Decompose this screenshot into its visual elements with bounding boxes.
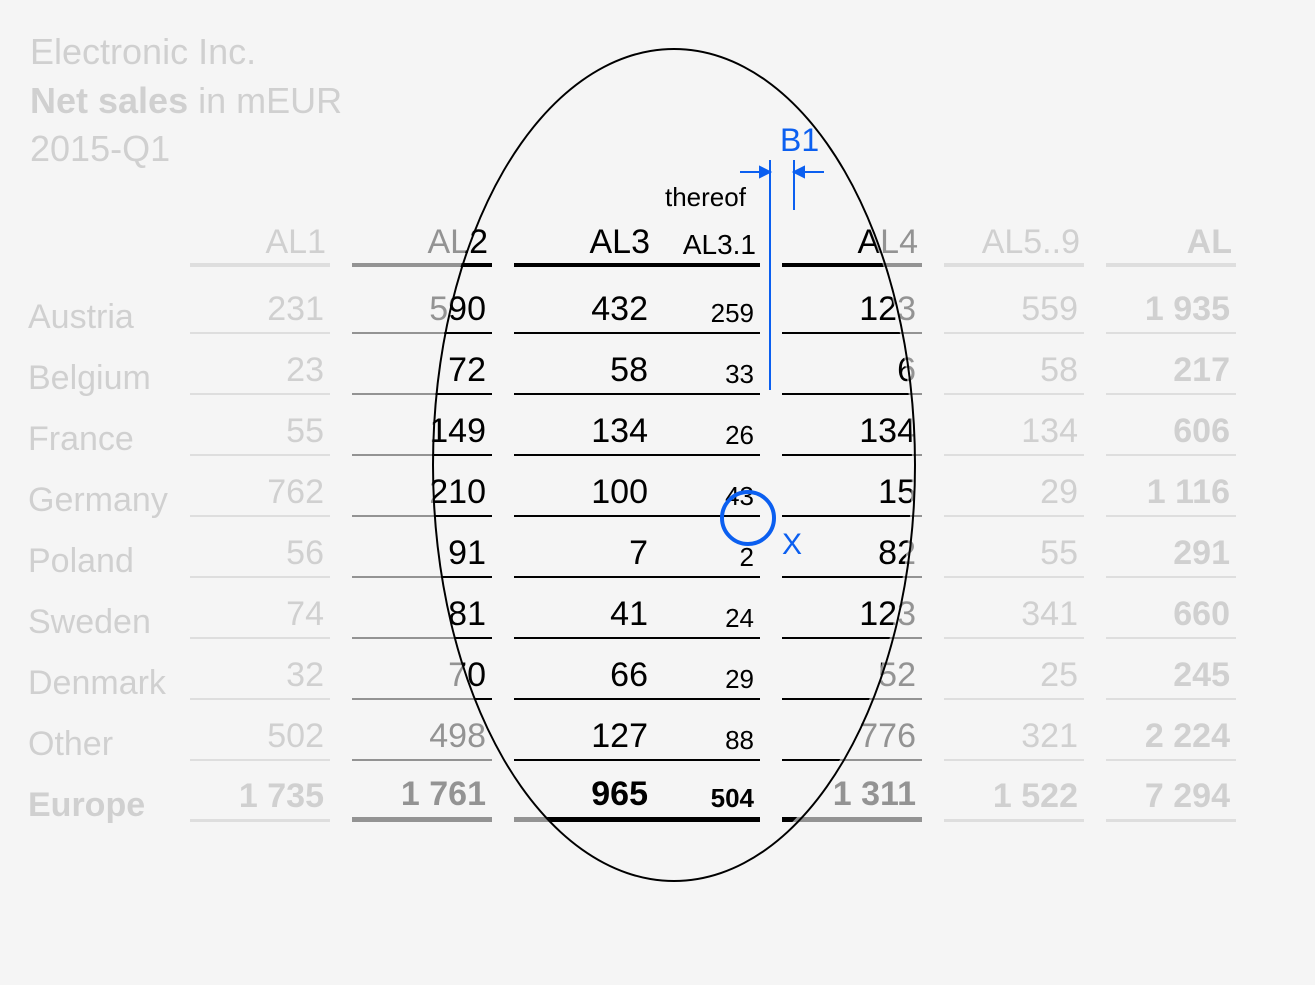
data-cell: 259 (654, 273, 760, 334)
data-cell: 341 (944, 578, 1084, 639)
data-cell: 55 (944, 517, 1084, 578)
table-row: Sweden74 81 4124 123 341 660 (20, 578, 1236, 639)
data-cell: 1 935 (1106, 273, 1236, 334)
metric-bold: Net sales (30, 80, 188, 121)
data-cell: 26 (654, 395, 760, 456)
data-cell: 15 (782, 456, 922, 517)
data-cell: 762 (190, 456, 330, 517)
data-cell: 776 (782, 700, 922, 761)
data-cell: 100 (514, 456, 654, 517)
highlight-x: X (782, 528, 802, 562)
row-label: Belgium (20, 334, 190, 395)
data-cell: 88 (654, 700, 760, 761)
data-cell: 498 (352, 700, 492, 761)
data-cell: 6 (782, 334, 922, 395)
data-cell: 23 (190, 334, 330, 395)
data-cell: 134 (514, 395, 654, 456)
data-cell: 81 (352, 578, 492, 639)
data-cell: 291 (1106, 517, 1236, 578)
totals-cell: 1 522 (944, 761, 1084, 822)
data-cell: 32 (190, 639, 330, 700)
col-al1: AL1 (190, 218, 330, 273)
col-al4: AL4 (782, 218, 922, 273)
table-row: Austria231 590 432259 123 559 1 935 (20, 273, 1236, 334)
data-cell: 33 (654, 334, 760, 395)
data-cell: 7 (514, 517, 654, 578)
row-label: Germany (20, 456, 190, 517)
company-name: Electronic Inc. (30, 28, 342, 77)
totals-cell: 1 735 (190, 761, 330, 822)
table-row: France5514913426134134606 (20, 395, 1236, 456)
data-cell: 2 224 (1106, 700, 1236, 761)
data-cell: 123 (782, 273, 922, 334)
data-cell: 134 (944, 395, 1084, 456)
data-cell: 41 (514, 578, 654, 639)
col-al3-1: AL3.1 (654, 218, 760, 273)
table-row: Germany762 210 10043 15 29 1 116 (20, 456, 1236, 517)
row-label: France (20, 395, 190, 456)
table-row: Other502 498 12788 776 321 2 224 (20, 700, 1236, 761)
metric-unit: in mEUR (188, 80, 342, 121)
data-cell: 245 (1106, 639, 1236, 700)
row-label: Denmark (20, 639, 190, 700)
row-label: Poland (20, 517, 190, 578)
data-cell: 24 (654, 578, 760, 639)
net-sales-table: AL1 AL2 AL3 AL3.1 AL4 AL5..9 AL Austria2… (20, 218, 1236, 822)
data-cell: 2 (654, 517, 760, 578)
data-cell: 217 (1106, 334, 1236, 395)
metric-line: Net sales in mEUR (30, 77, 342, 126)
data-cell: 58 (514, 334, 654, 395)
row-label: Austria (20, 273, 190, 334)
data-cell: 25 (944, 639, 1084, 700)
totals-cell: 1 761 (352, 761, 492, 822)
data-cell: 72 (352, 334, 492, 395)
data-cell: 606 (1106, 395, 1236, 456)
data-cell: 66 (514, 639, 654, 700)
data-cell: 56 (190, 517, 330, 578)
data-cell: 321 (944, 700, 1084, 761)
header-row: AL1 AL2 AL3 AL3.1 AL4 AL5..9 AL (20, 218, 1236, 273)
data-cell: 29 (944, 456, 1084, 517)
totals-row: Europe1 735 1 761 965504 1 311 1 522 7 294 (20, 761, 1236, 822)
data-cell: 1 116 (1106, 456, 1236, 517)
data-cell: 590 (352, 273, 492, 334)
totals-label: Europe (20, 761, 190, 822)
b1-label: B1 (780, 122, 819, 159)
data-cell: 70 (352, 639, 492, 700)
table-row: Poland56 91 72 82 55 291 (20, 517, 1236, 578)
data-cell: 432 (514, 273, 654, 334)
data-cell: 502 (190, 700, 330, 761)
data-cell: 660 (1106, 578, 1236, 639)
data-cell: 58 (944, 334, 1084, 395)
period: 2015-Q1 (30, 125, 342, 174)
row-label: Sweden (20, 578, 190, 639)
title-block: Electronic Inc. Net sales in mEUR 2015-Q… (30, 28, 342, 174)
data-cell: 149 (352, 395, 492, 456)
data-cell: 134 (782, 395, 922, 456)
totals-cell: 7 294 (1106, 761, 1236, 822)
data-cell: 29 (654, 639, 760, 700)
data-cell: 43 (654, 456, 760, 517)
data-cell: 210 (352, 456, 492, 517)
data-cell: 559 (944, 273, 1084, 334)
col-al-total: AL (1106, 218, 1236, 273)
totals-cell: 965 (514, 761, 654, 822)
data-cell: 123 (782, 578, 922, 639)
thereof-label: thereof (665, 182, 746, 213)
data-cell: 55 (190, 395, 330, 456)
col-al3: AL3 (514, 218, 654, 273)
col-al2: AL2 (352, 218, 492, 273)
col-al5-9: AL5..9 (944, 218, 1084, 273)
data-cell: 231 (190, 273, 330, 334)
row-label: Other (20, 700, 190, 761)
data-cell: 91 (352, 517, 492, 578)
data-cell: 74 (190, 578, 330, 639)
totals-cell: 504 (654, 761, 760, 822)
totals-cell: 1 311 (782, 761, 922, 822)
table-row: Belgium23725833658217 (20, 334, 1236, 395)
table-row: Denmark32 70 6629 52 25 245 (20, 639, 1236, 700)
data-cell: 82 (782, 517, 922, 578)
data-cell: 52 (782, 639, 922, 700)
data-cell: 127 (514, 700, 654, 761)
